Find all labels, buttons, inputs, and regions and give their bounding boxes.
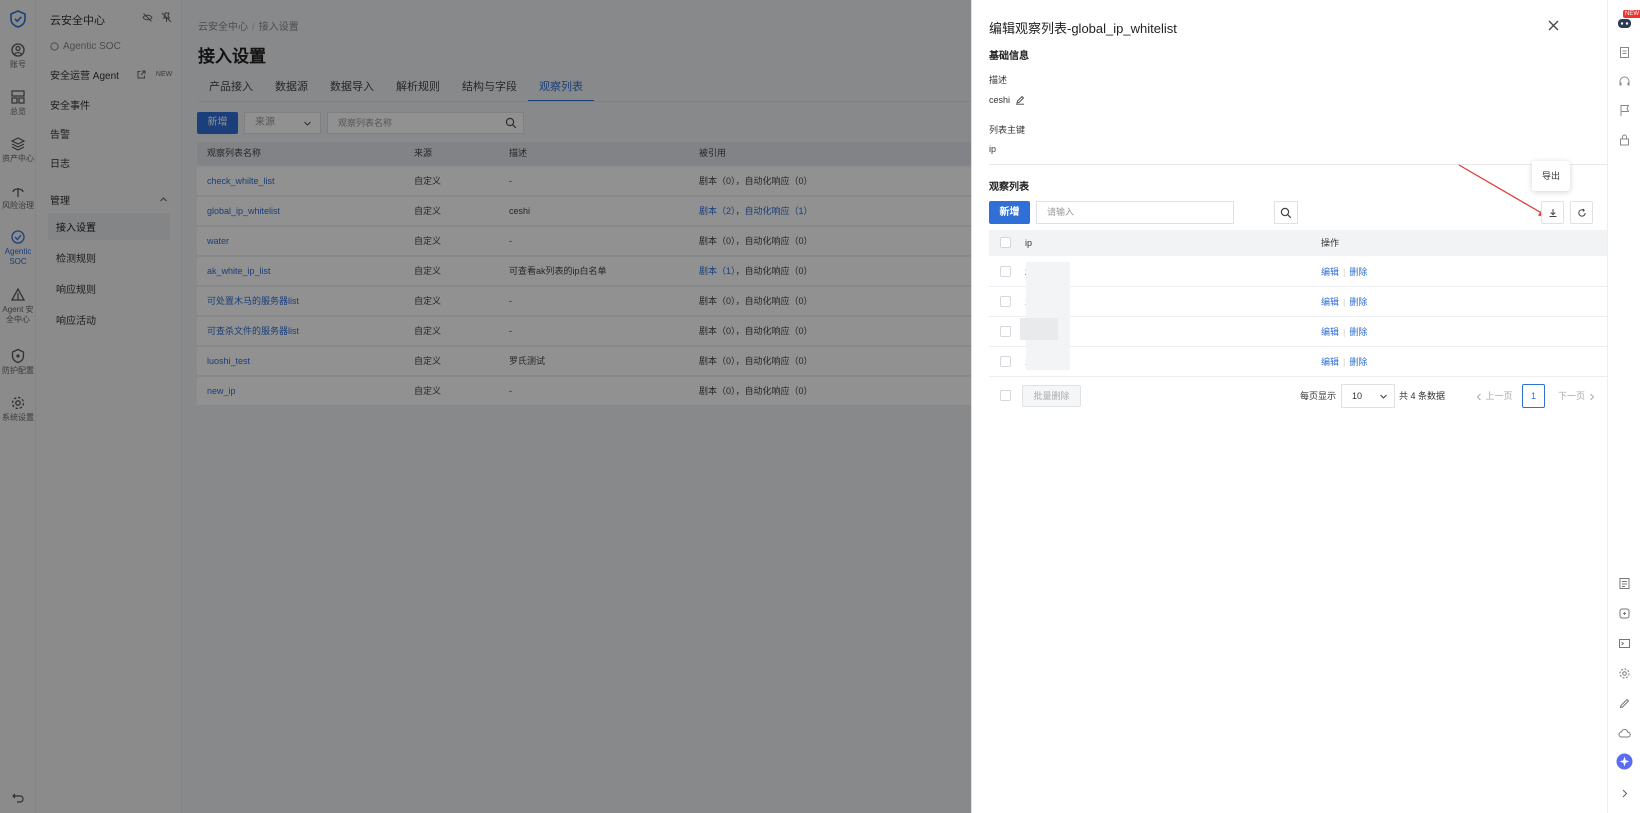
table-row: 60编辑|删除 [989,317,1609,347]
table-row: 1.1编辑|删除 [989,347,1609,377]
prev-page-label: 上一页 [1485,391,1513,401]
col-header-ip: ip [1025,238,1033,248]
row-actions: 编辑 | 删除 [1321,347,1367,377]
refresh-button[interactable] [1570,201,1593,224]
per-page-label: 每页显示 [1300,391,1337,401]
next-page-label: 下一页 [1558,391,1586,401]
entry-table-header: ip 操作 [989,230,1609,256]
desc-value-row: ceshi [989,95,1025,105]
assistant-avatar-icon[interactable] [1617,17,1631,30]
delete-link[interactable]: 删除 [1349,297,1367,307]
row-checkbox[interactable] [1000,266,1011,277]
watchlist-heading: 观察列表 [989,182,1029,193]
gear-icon[interactable] [1618,667,1631,680]
action-divider: | [1343,267,1346,277]
action-divider: | [1343,327,1346,337]
edit-pencil-icon[interactable] [1015,95,1025,105]
per-page-select[interactable]: 10 [1341,384,1395,408]
edit-link[interactable]: 编辑 [1321,267,1339,277]
terminal-icon[interactable] [1618,637,1631,650]
basic-info-heading: 基础信息 [989,51,1029,62]
chevron-right-icon[interactable] [1618,787,1631,800]
row-actions: 编辑 | 删除 [1321,317,1367,347]
select-all-checkbox[interactable] [1000,237,1011,248]
headset-icon[interactable] [1618,75,1631,88]
export-button[interactable] [1541,201,1564,224]
pagination-bar: 批量删除 每页显示 10 共 4 条数据 上一页 1 下一页 [989,384,1609,410]
cloud-icon[interactable] [1618,727,1631,740]
flag-icon[interactable] [1618,104,1631,117]
next-page-button[interactable]: 下一页 [1558,384,1596,408]
action-divider: | [1343,297,1346,307]
chevron-left-icon [1475,393,1483,401]
total-count: 共 4 条数据 [1399,391,1446,401]
row-actions: 编辑 | 删除 [1321,257,1367,287]
row-checkbox[interactable] [1000,356,1011,367]
edit-link[interactable]: 编辑 [1321,297,1339,307]
action-divider: | [1343,357,1346,367]
delete-link[interactable]: 删除 [1349,267,1367,277]
chevron-right-icon [1588,393,1596,401]
edit-icon[interactable] [1618,697,1631,710]
refresh-icon [1577,208,1587,218]
per-page-value: 10 [1352,391,1363,401]
table-row: 2.编辑|删除 [989,257,1609,287]
notes-icon[interactable] [1618,577,1631,590]
entry-search-placeholder: 请输入 [1047,207,1075,217]
lock-icon[interactable] [1618,133,1631,146]
desc-label: 描述 [989,75,1008,85]
delete-link[interactable]: 删除 [1349,327,1367,337]
row-actions: 编辑 | 删除 [1321,287,1367,317]
add-entry-button[interactable]: 新增 [989,201,1030,224]
page-number-current[interactable]: 1 [1522,384,1545,408]
download-icon [1548,208,1558,218]
primary-key-value: ip [989,144,997,154]
edit-link[interactable]: 编辑 [1321,327,1339,337]
chevron-down-icon [1379,392,1388,401]
primary-key-label: 列表主键 [989,125,1026,135]
right-tool-rail: NEW [1607,0,1640,813]
desc-value: ceshi [989,95,1011,105]
footer-select-all-checkbox[interactable] [1000,390,1011,401]
entry-search-input[interactable]: 请输入 [1036,201,1298,224]
search-icon [1280,207,1292,219]
api-icon[interactable] [1618,607,1631,620]
delete-link[interactable]: 删除 [1349,357,1367,367]
redacted-ip-mask [1020,318,1058,340]
batch-delete-button[interactable]: 批量删除 [1022,385,1081,407]
row-checkbox[interactable] [1000,296,1011,307]
row-checkbox[interactable] [1000,326,1011,337]
entry-search-button[interactable] [1274,201,1298,224]
ai-assistant-icon[interactable] [1616,753,1633,770]
new-badge: NEW [1623,10,1640,18]
edit-link[interactable]: 编辑 [1321,357,1339,367]
edit-watchlist-drawer: 编辑观察列表-global_ip_whitelist 基础信息 描述 ceshi… [971,0,1609,813]
drawer-title: 编辑观察列表-global_ip_whitelist [989,21,1177,36]
table-row: 1.2编辑|删除 [989,287,1609,317]
modal-overlay[interactable] [0,0,971,813]
col-header-actions: 操作 [1321,238,1340,248]
redacted-ip-mask [1026,262,1070,370]
close-icon[interactable] [1548,20,1559,31]
document-icon[interactable] [1618,46,1631,59]
prev-page-button[interactable]: 上一页 [1475,384,1513,408]
